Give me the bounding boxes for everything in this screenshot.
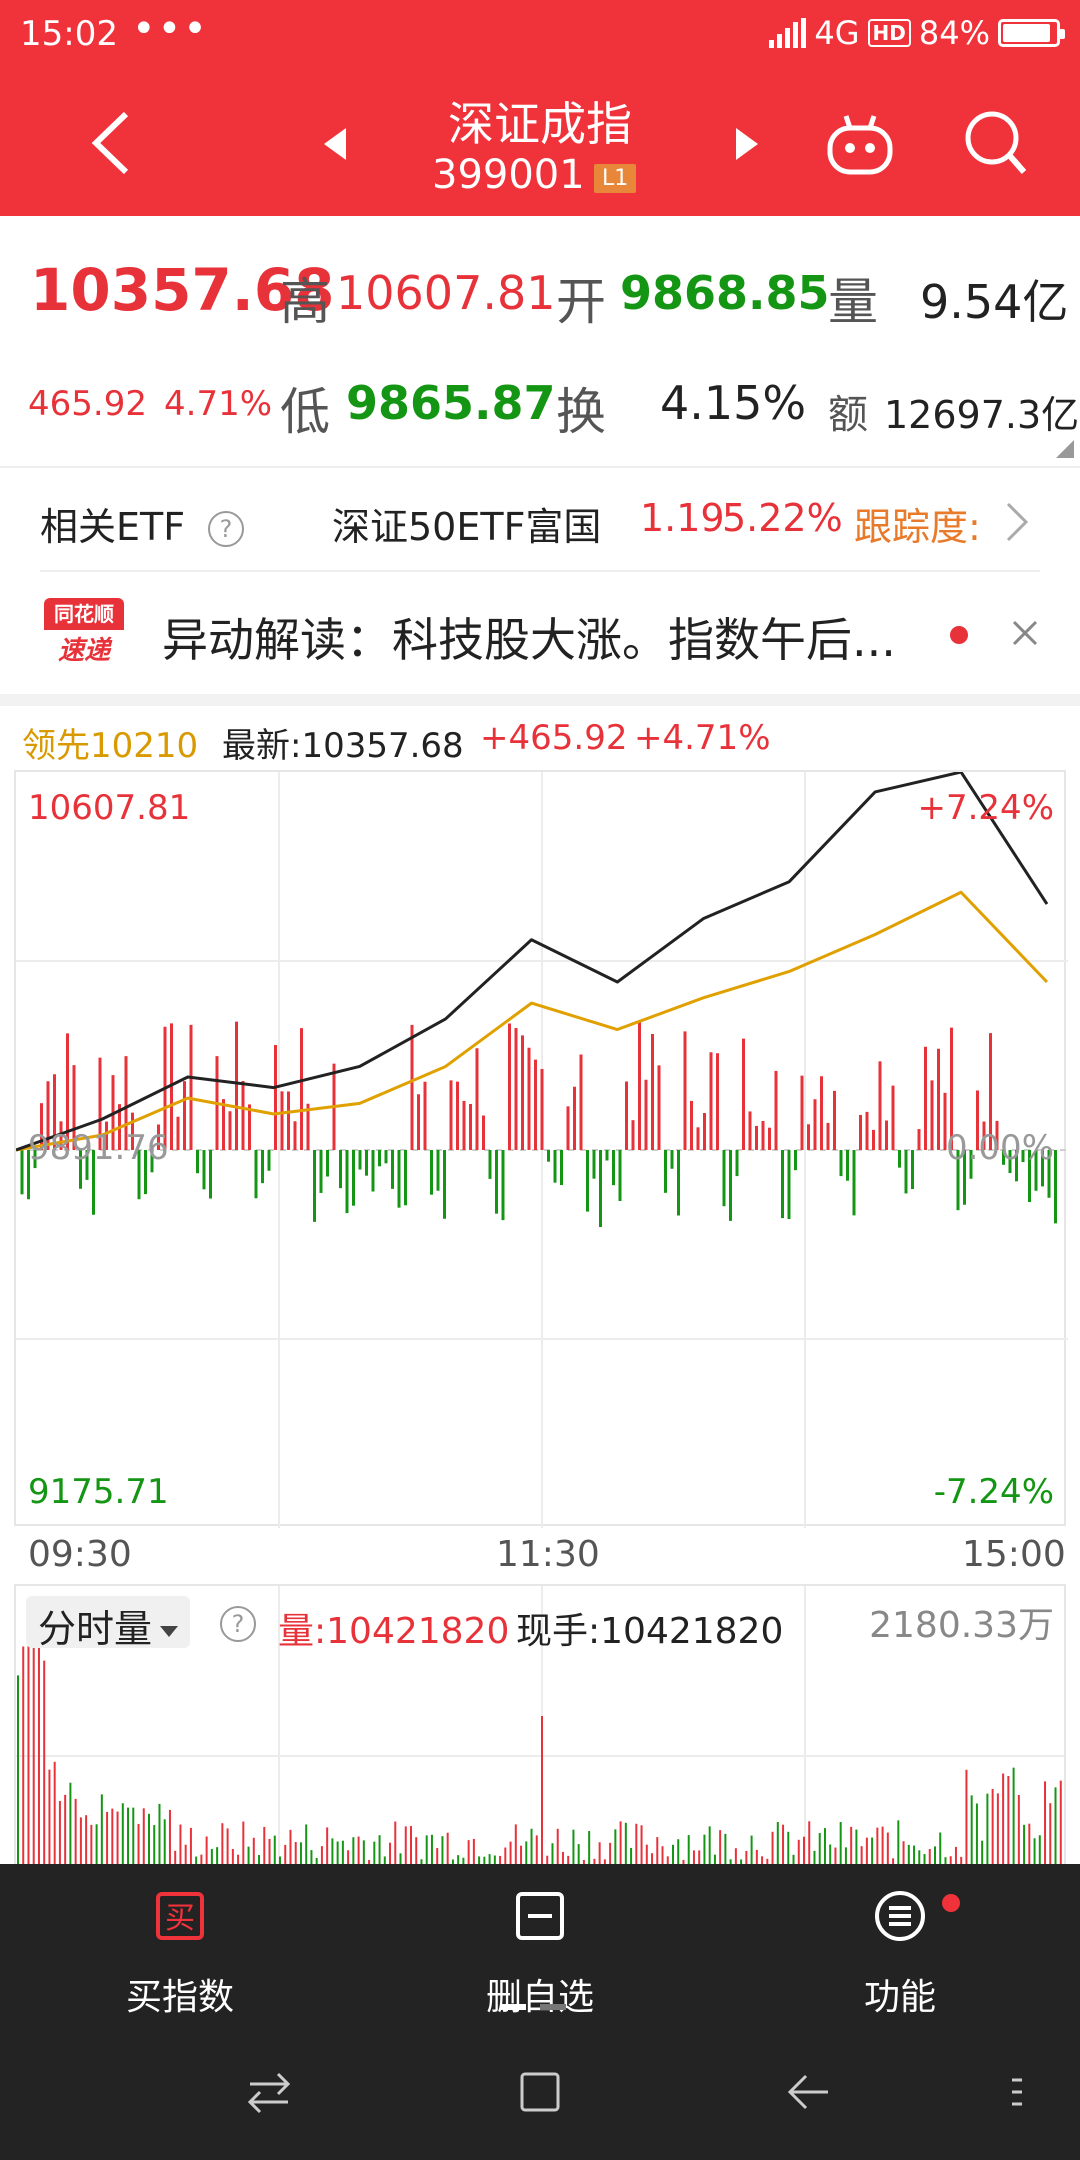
low-label: 低 [280,383,330,441]
high-label: 高 [280,273,330,331]
index-code: 399001 [432,152,585,198]
back-nav-icon[interactable] [786,2070,832,2114]
time-label-close: 15:00 [962,1534,1066,1575]
caret-down-icon [160,1626,179,1637]
high-value: 10607.81 [336,266,556,320]
buy-icon-glyph: 买 [165,1901,195,1936]
help-icon[interactable]: ? [208,511,244,547]
amount-label: 额 [828,392,868,438]
open-value: 9868.85 [620,266,830,320]
next-index-icon[interactable] [732,126,762,162]
volume-help-icon[interactable]: ? [220,1606,256,1642]
news-text[interactable]: 异动解读：科技股大涨。指数午后... [162,604,896,670]
open-label: 开 [556,273,606,331]
bottom-toolbar: 买 买指数 删自选 功能 [0,1864,1080,2020]
related-etf-row[interactable]: 相关ETF ? 深证50ETF富国 1.19 5.22% 跟踪度: [0,466,1080,570]
function-label: 功能 [863,1977,936,2018]
news-logo-bottom: 速递 [57,636,110,666]
remove-watchlist-button[interactable]: 删自选 [410,1864,670,2020]
chevron-right-icon[interactable] [1004,500,1030,544]
amount-value: 12697.3亿 [884,393,1080,437]
time-label-open: 09:30 [28,1534,132,1575]
news-logo-top: 同花顺 [44,598,124,630]
menu-icon [875,1891,925,1941]
volume-max: 2180.33万 [869,1605,1054,1646]
etf-name[interactable]: 深证50ETF富国 [332,496,601,551]
signal-icon [769,18,807,48]
low-value: 9865.87 [346,376,556,430]
status-time: 15:02 [20,14,118,54]
volume-chart[interactable]: 分时量 ? 量:10421820 现手:10421820 2180.33万 [14,1584,1066,1864]
search-icon[interactable] [962,108,1028,178]
battery-percent: 84% [918,14,990,52]
level-badge: L1 [594,164,637,193]
buy-index-label: 买指数 [125,1977,234,2018]
volume-label: 量 [828,273,878,331]
turnover-value: 4.15% [660,376,807,430]
intraday-chart[interactable]: 10607.81 +7.24% 0.00% 9891.76 9175.71 -7… [14,770,1068,1528]
network-type: 4G [814,14,860,52]
page-title: 深证成指 [448,97,632,151]
pct-axis-low: -7.24% [933,1472,1054,1512]
system-nav-bar [0,2020,1080,2160]
switch-apps-icon[interactable] [246,2070,292,2114]
volume-type-dropdown[interactable]: 分时量 [26,1596,191,1651]
more-menu-icon[interactable] [1010,2074,1024,2110]
lead-index-value: 领先10210 [22,726,199,766]
unread-dot [950,626,968,644]
volume-total: 量:10421820 [278,1611,510,1652]
status-bar: 15:02 ••• 4G HD 84% [0,0,1080,72]
home-icon[interactable] [518,2068,562,2114]
nav-bar: 深证成指 399001 L1 [0,72,1080,216]
more-dots-icon: ••• [132,6,209,52]
chart-header: 领先10210 最新:10357.68 +465.92 +4.71% [0,718,1080,766]
volume-type-label: 分时量 [38,1607,153,1651]
buy-icon: 买 [156,1892,204,1940]
remove-icon [516,1892,564,1940]
latest-change: +465.92 [480,718,628,758]
pct-axis-high: +7.24% [917,788,1055,828]
change-percent: 4.71% [164,384,273,424]
latest-percent: +4.71% [634,718,771,758]
y-axis-high: 10607.81 [28,788,191,828]
volume-value: 9.54亿 [920,275,1069,329]
page-indicator [500,2004,566,2010]
function-button[interactable]: 功能 [770,1864,1030,2020]
etf-price: 1.19 [640,496,725,540]
battery-icon [998,19,1065,47]
change-value: 465.92 [28,384,147,424]
section-divider [0,694,1080,706]
y-axis-low: 9175.71 [28,1472,169,1512]
intraday-chart-svg [16,772,1068,1528]
pct-axis-zero: 0.00% [945,1128,1054,1168]
remove-watchlist-label: 删自选 [485,1977,594,2018]
robot-icon[interactable] [824,108,896,180]
notification-dot [942,1894,960,1912]
etf-track-label: 跟踪度: [854,505,981,549]
news-logo: 同花顺 速递 [44,598,124,674]
turnover-label: 换 [556,383,606,441]
etf-label: 相关ETF [40,505,186,549]
etf-percent: 5.22% [722,496,843,540]
buy-index-button[interactable]: 买 买指数 [50,1864,310,2020]
expand-corner-icon[interactable] [1056,440,1074,458]
hd-icon: HD [867,19,911,47]
status-indicators: 4G HD 84% [769,14,1065,52]
quote-panel: 10357.68 高 10607.81 开 9868.85 量 9.54亿 46… [0,216,1080,464]
news-banner[interactable]: 同花顺 速递 异动解读：科技股大涨。指数午后... [40,570,1040,694]
y-axis-base: 9891.76 [28,1128,169,1168]
latest-value: 最新:10357.68 [222,726,464,766]
close-icon[interactable] [1010,618,1040,648]
volume-current-hand: 现手:10421820 [516,1611,784,1652]
time-label-midday: 11:30 [496,1534,600,1575]
